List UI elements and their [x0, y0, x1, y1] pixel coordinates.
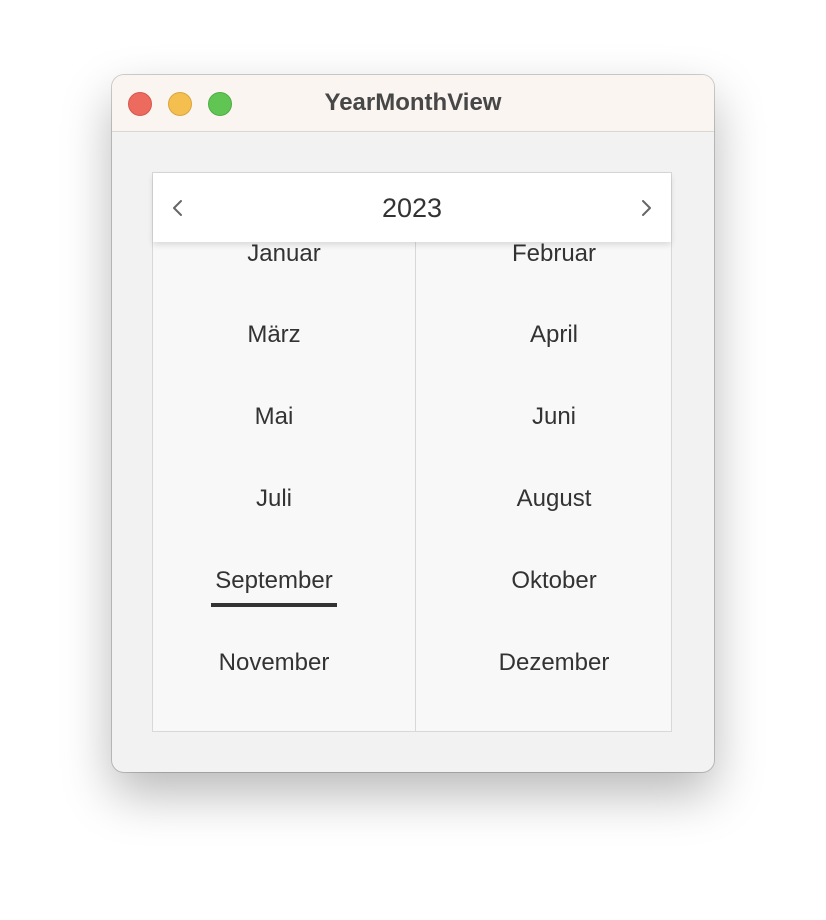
title-bar: YearMonthView: [112, 75, 714, 132]
month-label-selected: September: [211, 561, 338, 607]
month-label: August: [516, 485, 592, 512]
month-cell-juni[interactable]: Juni: [454, 397, 654, 437]
month-cell-september[interactable]: September: [174, 561, 374, 607]
month-label: Juli: [255, 485, 292, 512]
month-label: Dezember: [498, 649, 610, 676]
month-grid: Januar Februar März April Mai Juni Juli …: [153, 240, 671, 731]
month-label: April: [529, 321, 578, 348]
app-window: YearMonthView 2023 Januar Februar März A…: [112, 75, 714, 772]
month-label: November: [218, 649, 330, 676]
month-cell-dezember[interactable]: Dezember: [454, 643, 654, 683]
window-title: YearMonthView: [324, 89, 502, 116]
month-cell-august[interactable]: August: [454, 479, 654, 519]
year-label: 2023: [381, 193, 443, 223]
year-header: 2023: [153, 173, 671, 242]
month-cell-maerz[interactable]: März: [174, 315, 374, 355]
column-divider: [415, 242, 416, 731]
month-cell-april[interactable]: April: [454, 315, 654, 355]
month-cell-november[interactable]: November: [174, 643, 374, 683]
month-cell-juli[interactable]: Juli: [174, 479, 374, 519]
month-label: Mai: [254, 403, 294, 430]
next-year-button[interactable]: [631, 193, 661, 223]
month-cell-mai[interactable]: Mai: [174, 397, 374, 437]
month-label: Oktober: [511, 567, 597, 594]
year-month-picker: 2023 Januar Februar März April Mai Juni …: [152, 172, 672, 732]
chevron-right-icon: [631, 193, 661, 223]
month-cell-oktober[interactable]: Oktober: [454, 561, 654, 601]
month-label: März: [247, 321, 301, 348]
month-label: Juni: [531, 403, 577, 430]
